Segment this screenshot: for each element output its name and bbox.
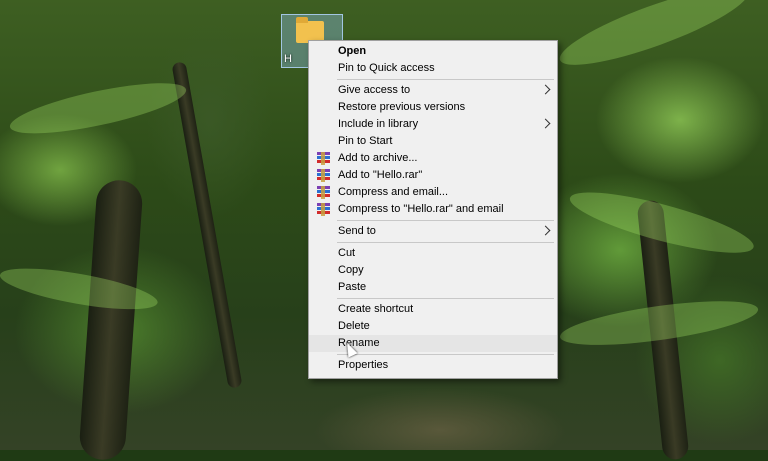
menu-item-cut[interactable]: Cut [309,245,557,262]
menu-item-copy[interactable]: Copy [309,262,557,279]
tree-trunk [78,178,144,461]
menu-item-label: Properties [338,359,389,371]
menu-item-label: Restore previous versions [338,101,466,113]
menu-item-label: Pin to Start [338,135,393,147]
menu-item-add-to-archive[interactable]: Add to archive... [309,150,557,167]
menu-item-label: Compress to "Hello.rar" and email [338,203,504,215]
menu-item-label: Copy [338,264,364,276]
menu-item-compress-and-email[interactable]: Compress and email... [309,184,557,201]
menu-item-label: Delete [338,320,370,332]
menu-item-label: Add to archive... [338,152,418,164]
winrar-icon [317,169,330,182]
menu-item-add-to-hello-rar[interactable]: Add to "Hello.rar" [309,167,557,184]
menu-item-pin-to-start[interactable]: Pin to Start [309,133,557,150]
menu-item-send-to[interactable]: Send to [309,223,557,240]
desktop-icon-label: H [284,53,292,65]
menu-item-restore-previous-versions[interactable]: Restore previous versions [309,99,557,116]
winrar-icon [317,186,330,199]
menu-item-label: Compress and email... [338,186,449,198]
chevron-right-icon [540,118,551,129]
menu-item-label: Send to [338,225,376,237]
menu-separator [337,220,554,221]
menu-item-create-shortcut[interactable]: Create shortcut [309,301,557,318]
menu-item-label: Cut [338,247,356,259]
fern-frond [553,0,755,79]
winrar-icon [317,203,330,216]
chevron-right-icon [540,225,551,236]
menu-item-label: Include in library [338,118,419,130]
tree-trunk [171,61,243,389]
menu-item-label: Paste [338,281,367,293]
menu-item-label: Pin to Quick access [338,62,435,74]
chevron-right-icon [540,84,551,95]
menu-item-properties[interactable]: Properties [309,357,557,374]
menu-separator [337,298,554,299]
menu-item-pin-to-quick-access[interactable]: Pin to Quick access [309,60,557,77]
menu-item-label: Create shortcut [338,303,414,315]
menu-item-give-access-to[interactable]: Give access to [309,82,557,99]
menu-item-delete[interactable]: Delete [309,318,557,335]
menu-item-paste[interactable]: Paste [309,279,557,296]
menu-item-compress-to-hello-rar-and-email[interactable]: Compress to "Hello.rar" and email [309,201,557,218]
menu-item-label: Open [338,45,367,57]
menu-separator [337,354,554,355]
menu-item-label: Add to "Hello.rar" [338,169,423,181]
winrar-icon [317,152,330,165]
menu-item-include-in-library[interactable]: Include in library [309,116,557,133]
menu-item-open[interactable]: Open [309,43,557,60]
fern-frond [6,72,190,144]
context-menu: Open Pin to Quick access Give access to Res… [308,40,558,379]
menu-separator [337,242,554,243]
menu-item-label: Give access to [338,84,411,96]
menu-separator [337,79,554,80]
